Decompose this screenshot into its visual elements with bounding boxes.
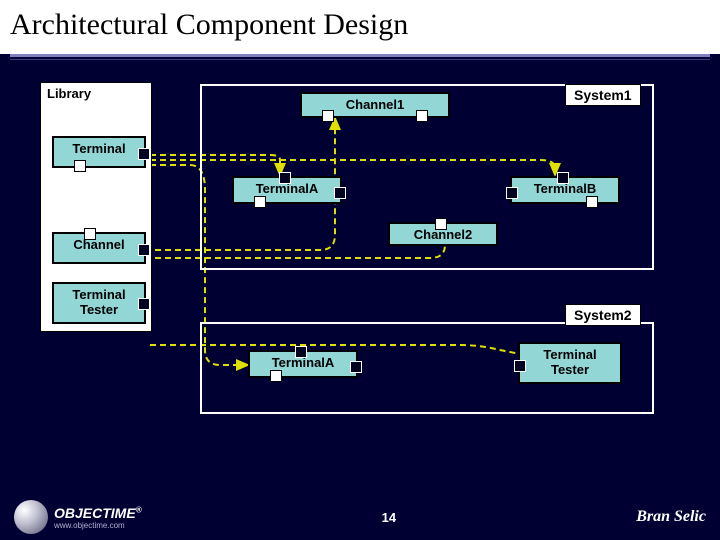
port-icon	[416, 110, 428, 122]
port-icon	[138, 244, 150, 256]
port-icon	[295, 346, 307, 358]
system2-tester-label: Terminal Tester	[526, 347, 614, 377]
author: Bran Selic	[636, 508, 706, 526]
library-label: Library	[47, 86, 91, 101]
port-icon	[514, 360, 526, 372]
port-icon	[334, 187, 346, 199]
port-icon	[254, 196, 266, 208]
library-channel-label: Channel	[60, 237, 138, 252]
logo-text: OBJECTIME® www.objectime.com	[54, 505, 142, 530]
diagram-stage: Library Terminal Channel Terminal Tester…	[0, 60, 720, 480]
footer: OBJECTIME® www.objectime.com 14 Bran Sel…	[0, 500, 720, 534]
library-tester: Terminal Tester	[52, 282, 146, 324]
logo: OBJECTIME® www.objectime.com	[14, 500, 142, 534]
system2-label: System2	[565, 304, 641, 326]
logo-icon	[14, 500, 48, 534]
library-terminal: Terminal	[52, 136, 146, 168]
system2-terminalA: TerminalA	[248, 350, 358, 378]
port-icon	[138, 298, 150, 310]
port-icon	[506, 187, 518, 199]
port-icon	[350, 361, 362, 373]
port-icon	[322, 110, 334, 122]
system1-terminalB: TerminalB	[510, 176, 620, 204]
logo-name: OBJECTIME	[54, 505, 136, 521]
system2-tester: Terminal Tester	[518, 342, 622, 384]
logo-url: www.objectime.com	[54, 521, 142, 530]
library-channel: Channel	[52, 232, 146, 264]
page-number: 14	[382, 510, 396, 525]
port-icon	[84, 228, 96, 240]
port-icon	[138, 148, 150, 160]
port-icon	[279, 172, 291, 184]
port-icon	[586, 196, 598, 208]
system1-label: System1	[565, 84, 641, 106]
port-icon	[74, 160, 86, 172]
port-icon	[435, 218, 447, 230]
slide-title: Architectural Component Design	[0, 0, 720, 54]
system1-channel1: Channel1	[300, 92, 450, 118]
system1-channel2: Channel2	[388, 222, 498, 246]
system1-terminalA: TerminalA	[232, 176, 342, 204]
divider	[10, 54, 710, 57]
port-icon	[557, 172, 569, 184]
library-tester-label: Terminal Tester	[60, 287, 138, 317]
library-terminal-label: Terminal	[60, 141, 138, 156]
port-icon	[270, 370, 282, 382]
